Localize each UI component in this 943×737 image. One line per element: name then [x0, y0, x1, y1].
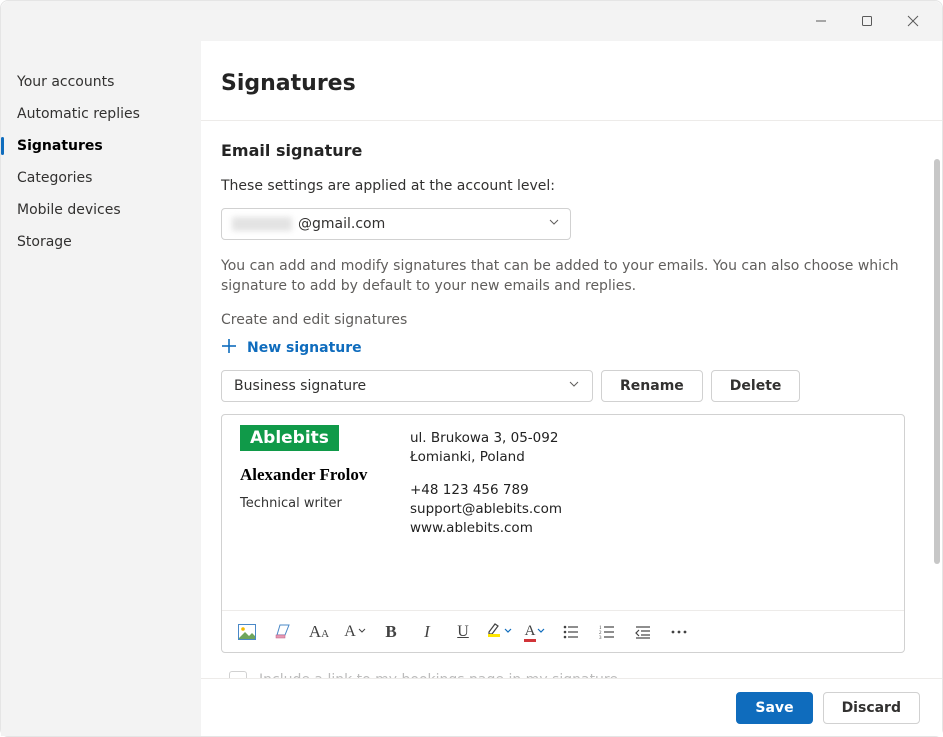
close-icon: [907, 15, 919, 27]
person-name: Alexander Frolov: [240, 465, 370, 484]
image-icon: [238, 624, 256, 640]
font-color-icon: A: [525, 623, 536, 640]
website: www.ablebits.com: [410, 519, 562, 538]
highlight-color-button[interactable]: [486, 619, 512, 645]
footer: Save Discard: [201, 678, 942, 736]
plus-icon: [221, 338, 237, 358]
sidebar-item-label: Storage: [17, 234, 72, 250]
insert-image-button[interactable]: [234, 619, 260, 645]
clear-formatting-button[interactable]: [270, 619, 296, 645]
account-select[interactable]: @gmail.com: [221, 208, 571, 240]
signature-select[interactable]: Business signature: [221, 370, 593, 402]
new-signature-label: New signature: [247, 340, 362, 356]
account-level-row: These settings are applied at the accoun…: [221, 178, 908, 240]
scroll-area[interactable]: Email signature These settings are appli…: [201, 121, 942, 678]
eraser-icon: [274, 624, 292, 640]
chevron-down-icon: [358, 624, 366, 639]
signature-select-value: Business signature: [234, 378, 366, 394]
new-signature-button[interactable]: New signature: [221, 338, 362, 358]
more-formatting-button[interactable]: [666, 619, 692, 645]
italic-button[interactable]: I: [414, 619, 440, 645]
account-domain: @gmail.com: [298, 216, 385, 232]
sidebar-item-label: Signatures: [17, 138, 103, 154]
numbered-list-icon: 1 2 3: [599, 625, 615, 639]
sidebar-item-mobile-devices[interactable]: Mobile devices: [1, 194, 200, 226]
font-family-button[interactable]: AA: [306, 619, 332, 645]
signature-preview: Ablebits Alexander Frolov Technical writ…: [240, 425, 886, 538]
support-email: support@ablebits.com: [410, 500, 562, 519]
delete-button[interactable]: Delete: [711, 370, 801, 402]
bulleted-list-button[interactable]: [558, 619, 584, 645]
minimize-icon: [815, 15, 827, 27]
bold-icon: B: [385, 622, 396, 642]
sidebar-item-signatures[interactable]: Signatures: [1, 130, 200, 162]
phone: +48 123 456 789: [410, 481, 562, 500]
svg-text:3: 3: [599, 636, 602, 641]
address-line-2: Łomianki, Poland: [410, 448, 562, 467]
sidebar-item-label: Automatic replies: [17, 106, 140, 122]
include-bookings-row: Include a link to my bookings page in my…: [229, 671, 908, 678]
signature-editor-body[interactable]: Ablebits Alexander Frolov Technical writ…: [222, 415, 904, 610]
font-family-icon: AA: [309, 622, 329, 642]
editor-toolbar: AA A B I U: [222, 610, 904, 652]
highlight-icon: [486, 621, 502, 642]
discard-button[interactable]: Discard: [823, 692, 920, 724]
bold-button[interactable]: B: [378, 619, 404, 645]
underline-icon: U: [457, 623, 469, 641]
rename-button[interactable]: Rename: [601, 370, 703, 402]
font-size-button[interactable]: A: [342, 619, 368, 645]
content-area: Signatures Email signature These setting…: [201, 41, 942, 736]
sidebar-item-storage[interactable]: Storage: [1, 226, 200, 258]
chevron-down-icon: [568, 378, 580, 394]
italic-icon: I: [424, 622, 430, 642]
address-line-1: ul. Brukowa 3, 05-092: [410, 429, 562, 448]
include-bookings-label: Include a link to my bookings page in my…: [259, 672, 618, 678]
signature-controls-row: Business signature Rename Delete: [221, 370, 908, 402]
font-size-icon: A: [344, 623, 356, 641]
account-select-value: @gmail.com: [232, 216, 385, 232]
outdent-button[interactable]: [630, 619, 656, 645]
sidebar-item-label: Categories: [17, 170, 92, 186]
redacted-text: [232, 217, 292, 231]
include-bookings-checkbox[interactable]: [229, 671, 247, 678]
brand-badge: Ablebits: [240, 425, 339, 451]
save-button[interactable]: Save: [736, 692, 812, 724]
window-maximize-button[interactable]: [844, 5, 890, 37]
sidebar-item-label: Your accounts: [17, 74, 114, 90]
maximize-icon: [861, 15, 873, 27]
font-color-button[interactable]: A: [522, 619, 548, 645]
sidebar-item-categories[interactable]: Categories: [1, 162, 200, 194]
settings-sidebar: Your accounts Automatic replies Signatur…: [1, 41, 201, 736]
chevron-down-icon: [537, 624, 545, 639]
sidebar-item-label: Mobile devices: [17, 202, 121, 218]
section-heading: Email signature: [221, 141, 908, 160]
account-row-label: These settings are applied at the accoun…: [221, 178, 555, 194]
signature-hint: You can add and modify signatures that c…: [221, 256, 908, 296]
underline-button[interactable]: U: [450, 619, 476, 645]
signature-editor: Ablebits Alexander Frolov Technical writ…: [221, 414, 905, 653]
window-close-button[interactable]: [890, 5, 936, 37]
sidebar-item-accounts[interactable]: Your accounts: [1, 66, 200, 98]
outdent-icon: [635, 625, 651, 639]
more-icon: [671, 630, 687, 634]
create-edit-label: Create and edit signatures: [221, 312, 908, 328]
scrollbar-thumb[interactable]: [934, 159, 940, 564]
person-role: Technical writer: [240, 496, 370, 511]
numbered-list-button[interactable]: 1 2 3: [594, 619, 620, 645]
window-minimize-button[interactable]: [798, 5, 844, 37]
titlebar: [1, 1, 942, 41]
bulleted-list-icon: [563, 625, 579, 639]
chevron-down-icon: [504, 624, 512, 639]
sidebar-item-automatic-replies[interactable]: Automatic replies: [1, 98, 200, 130]
chevron-down-icon: [548, 216, 560, 232]
page-title: Signatures: [201, 41, 942, 120]
